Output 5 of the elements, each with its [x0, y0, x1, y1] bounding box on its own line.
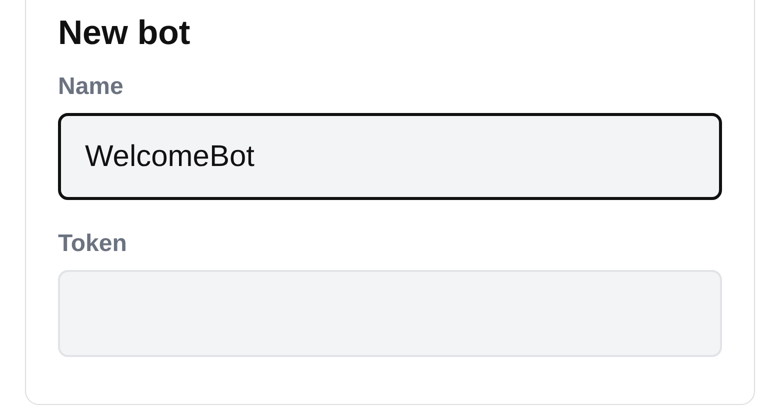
input-field[interactable]: WelcomeBot — [58, 113, 722, 200]
input-field[interactable] — [58, 270, 722, 357]
field-label: Token — [58, 230, 128, 258]
field-label: Name — [58, 73, 124, 101]
card-title: New bot — [58, 13, 192, 53]
